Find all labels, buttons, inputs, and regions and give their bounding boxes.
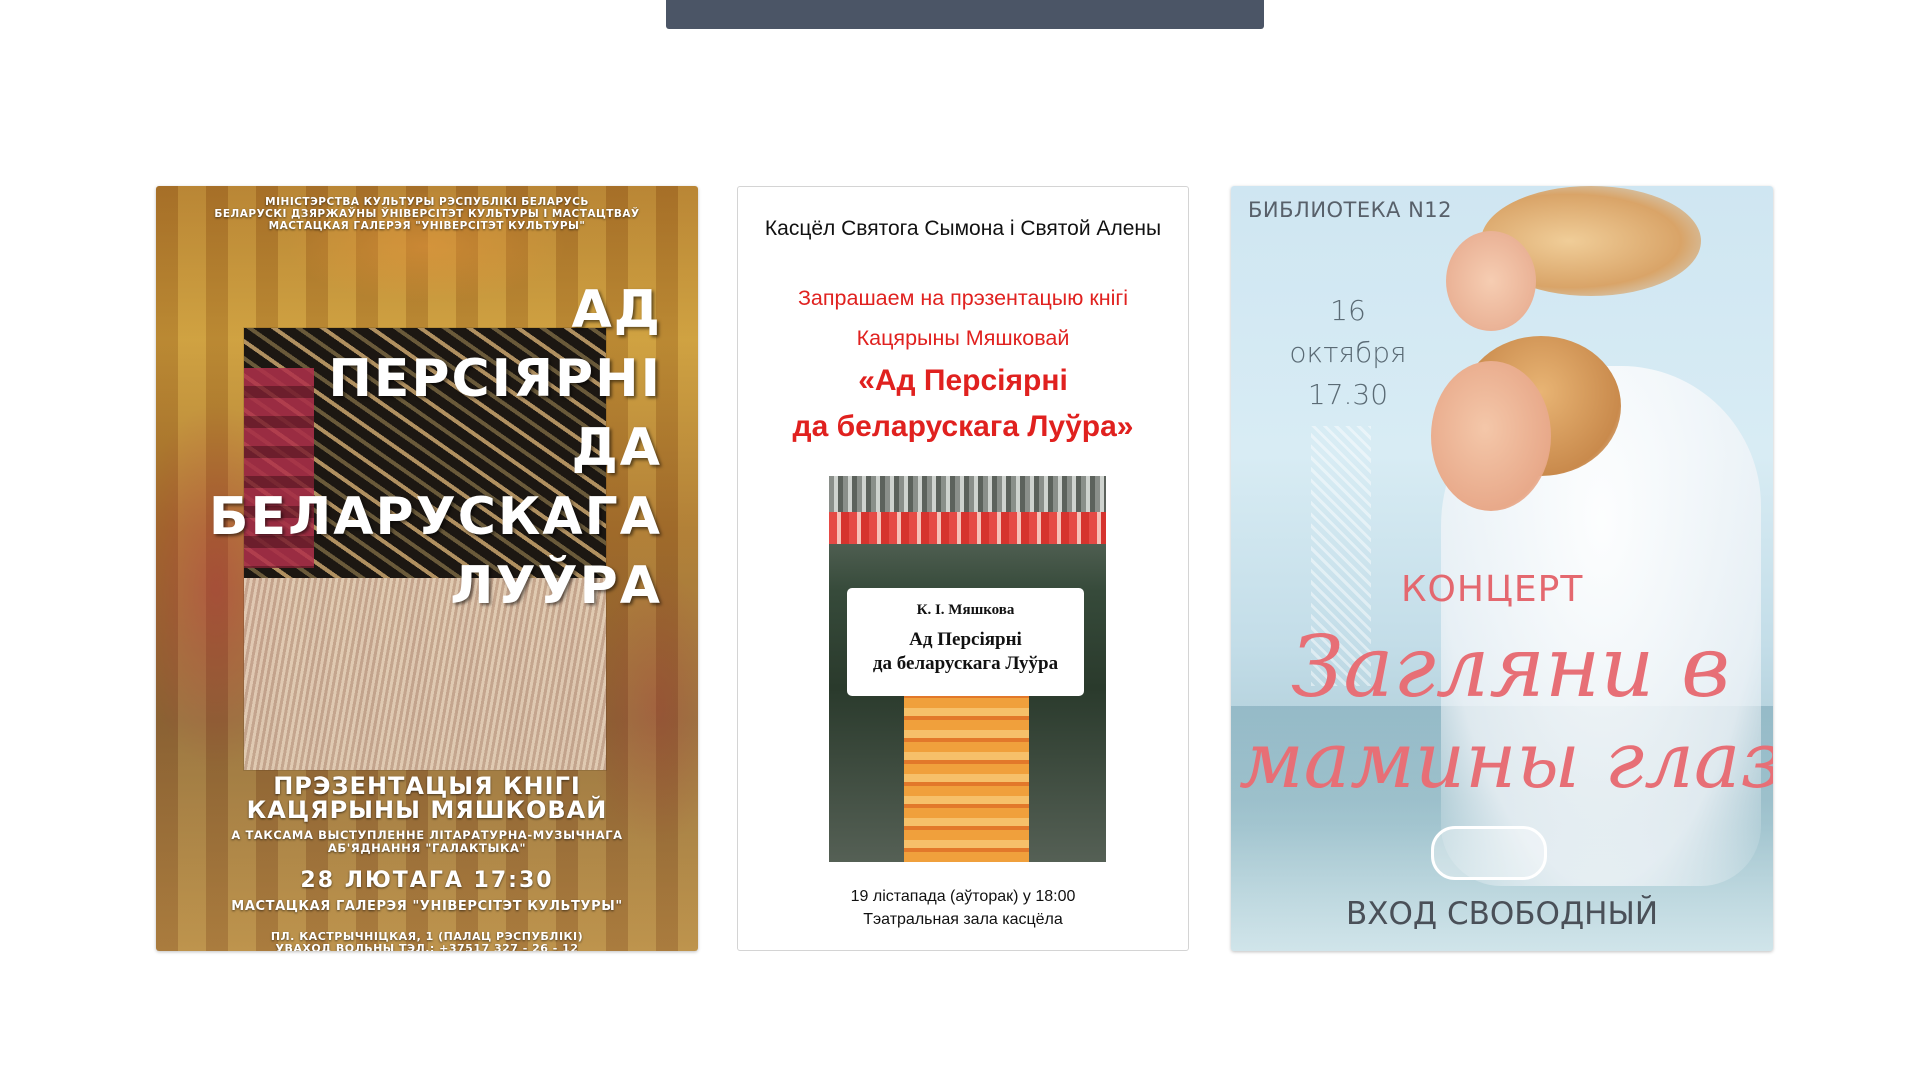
header-line: МАСТАЦКАЯ ГАЛЕРЭЯ "УНІВЕРСІТЭТ КУЛЬТУРЫ" xyxy=(268,220,586,232)
free-entry-text: ВХОД СВОБОДНЫЙ xyxy=(1345,896,1659,932)
event-address: ПЛ. КАСТРЫЧНІЦКАЯ, 1 (ПАЛАЦ РЭСПУБЛІКІ) … xyxy=(156,931,698,952)
invite-line: Кацярыны Мяшковай xyxy=(856,326,1070,350)
child-sandal xyxy=(1431,826,1547,880)
library-name: БИБЛИОТЕКА N12 xyxy=(1248,198,1453,222)
event-datetime: 19 лістапада (аўторак) у 18:00 xyxy=(850,888,1076,905)
also-performance-text: А ТАКСАМА ВЫСТУПЛЕННЕ ЛІТАРАТУРНА-МУЗЫЧН… xyxy=(156,829,698,855)
title-line: ЛУЎРА xyxy=(450,556,662,616)
top-navigation-bar[interactable] xyxy=(666,0,1264,29)
title-line: АД xyxy=(571,280,662,340)
invite-line: Запрашаем на прэзентацыю кнігі xyxy=(797,286,1129,310)
poster-header: МІНІСТЭРСТВА КУЛЬТУРЫ РЭСПУБЛІКІ БЕЛАРУС… xyxy=(156,196,698,232)
cover-trees xyxy=(829,476,1106,512)
address-line: УВАХОД ВОЛЬНЫ ТЭЛ.: +37517 327 - 26 - 12 xyxy=(275,942,579,952)
cover-ornament-band xyxy=(829,512,1106,544)
title-line: ДА xyxy=(571,418,662,478)
title-line: БЕЛАРУСКАГА xyxy=(208,487,662,547)
concert-date: 16 октября 17.30 xyxy=(1283,290,1413,416)
poster-church-presentation[interactable]: Касцёл Святога Сымона і Святой Алены Зап… xyxy=(737,186,1189,951)
poster-persiyarni-gallery[interactable]: МІНІСТЭРСТВА КУЛЬТУРЫ РЭСПУБЛІКІ БЕЛАРУС… xyxy=(156,186,698,951)
poster-library-concert[interactable]: БИБЛИОТЕКА N12 16 октября 17.30 КОНЦЕРТ … xyxy=(1231,186,1773,951)
presentation-line: КАЦЯРЫНЫ МЯШКОВАЙ xyxy=(246,796,608,824)
date-day: 16 xyxy=(1330,294,1366,327)
header-line: БЕЛАРУСКІ ДЗЯРЖАЎНЫ ЎНІВЕРСІТЭТ КУЛЬТУРЫ… xyxy=(214,208,640,220)
also-line: АБ'ЯДНАННЯ "ГАЛАКТЫКА" xyxy=(327,841,527,855)
poster-title: АД ПЕРСІЯРНІ ДА БЕЛАРУСКАГА ЛУЎРА xyxy=(209,276,662,621)
child-face xyxy=(1446,231,1536,331)
event-date: 28 ЛЮТАГА 17:30 xyxy=(300,868,554,893)
presentation-text: ПРЭЗЕНТАЦЫЯ КНІГІ КАЦЯРЫНЫ МЯШКОВАЙ xyxy=(156,774,698,822)
cover-label: К. І. Мяшкова Ад Персіярні да беларускаг… xyxy=(847,588,1084,696)
event-venue: МАСТАЦКАЯ ГАЛЕРЭЯ "УНІВЕРСІТЭТ КУЛЬТУРЫ" xyxy=(231,899,623,914)
cover-title-line: Ад Персіярні xyxy=(909,629,1022,650)
cover-rug xyxy=(904,686,1029,862)
cover-title-line: да беларускага Луўра xyxy=(872,653,1059,674)
presentation-line: ПРЭЗЕНТАЦЫЯ КНІГІ xyxy=(273,772,581,800)
header-line: МІНІСТЭРСТВА КУЛЬТУРЫ РЭСПУБЛІКІ БЕЛАРУС… xyxy=(265,196,589,208)
mother-face xyxy=(1431,361,1551,511)
title-line: ПЕРСІЯРНІ xyxy=(328,349,662,409)
concert-label: КОНЦЕРТ xyxy=(1401,569,1584,610)
concert-title-line: мамины глаза xyxy=(1239,716,1773,806)
book-title-line: да беларускага Луўра» xyxy=(792,410,1134,443)
book-cover-image: К. І. Мяшкова Ад Персіярні да беларускаг… xyxy=(829,476,1106,862)
book-title-line: «Ад Персіярні xyxy=(858,364,1068,397)
church-name: Касцёл Святога Сымона і Святой Алены xyxy=(764,217,1162,240)
cover-author: К. І. Мяшкова xyxy=(916,602,1015,618)
concert-title-line: Загляни в xyxy=(1291,618,1730,716)
date-month: октября xyxy=(1289,336,1407,369)
event-location: Тэатральная зала касцёла xyxy=(863,911,1063,928)
date-time: 17.30 xyxy=(1307,378,1389,411)
